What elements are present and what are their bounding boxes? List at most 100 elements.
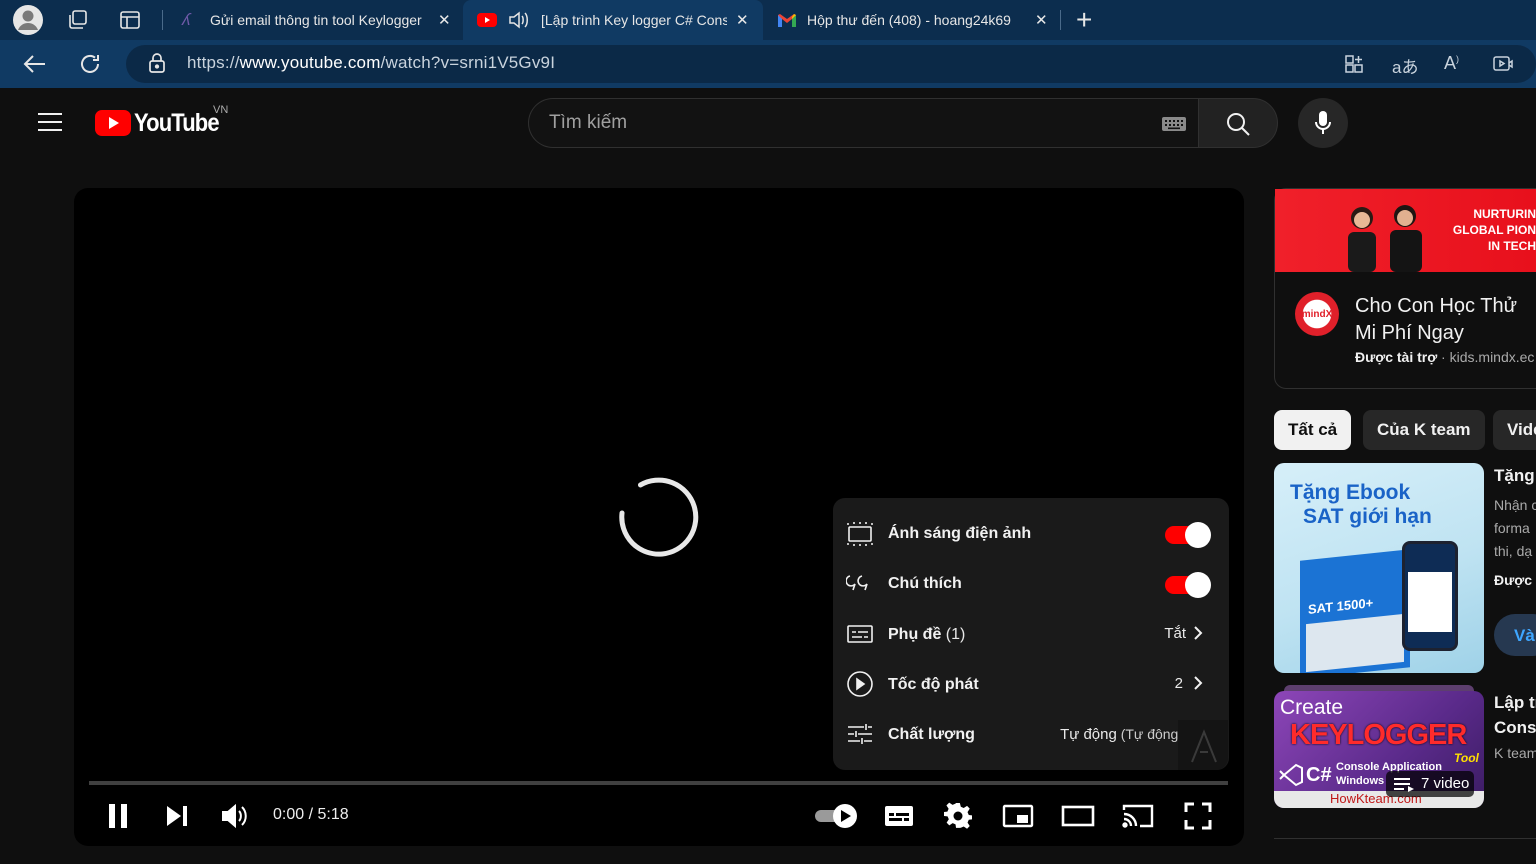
tab-keylogger-email[interactable]: ʎ Gửi email thông tin tool Keylogger ✕: [170, 0, 460, 40]
thumb-csharp: C#: [1306, 764, 1332, 786]
volume-button[interactable]: [220, 802, 250, 830]
tab-actions-icon[interactable]: [119, 9, 141, 31]
ad-banner-line: IN TECH: [1488, 239, 1536, 253]
lock-icon[interactable]: [148, 53, 166, 73]
toggle-knob: [1185, 572, 1211, 598]
pause-button[interactable]: [106, 802, 132, 830]
keyboard-icon[interactable]: [1161, 115, 1187, 133]
channel-name[interactable]: K team: [1494, 745, 1536, 761]
profile-avatar-icon[interactable]: [12, 4, 44, 36]
subtitles-button[interactable]: [884, 804, 914, 828]
playback-speed-icon: [846, 670, 874, 698]
menu-icon[interactable]: [38, 112, 62, 132]
ambient-mode-icon: [846, 521, 874, 547]
setting-label-sub: (1): [941, 626, 966, 643]
playlist-title[interactable]: Lập tr Conso: [1494, 690, 1536, 740]
tab-youtube-keylogger[interactable]: [Lập trình Key logger C# Console ✕: [463, 0, 763, 40]
setting-subtitles[interactable]: Phụ đề (1) Tắt: [833, 608, 1229, 658]
cast-button[interactable]: [1122, 803, 1154, 829]
sponsored-label: Được tài trợ: [1355, 349, 1438, 365]
autoplay-toggle[interactable]: [813, 803, 859, 829]
next-button[interactable]: [164, 804, 190, 828]
phone-image: [1402, 541, 1458, 651]
desc-line: forma: [1494, 520, 1530, 536]
desc-line: Nhận c: [1494, 497, 1536, 513]
book-title: SAT 1500+: [1308, 595, 1374, 617]
new-tab-button[interactable]: +: [1076, 4, 1092, 36]
tab-gmail-inbox[interactable]: Hộp thư đến (408) - hoang24k69 ✕: [765, 0, 1057, 40]
chip-videos[interactable]: Vide: [1493, 410, 1536, 450]
advertiser-logo[interactable]: mindX: [1295, 292, 1339, 336]
tab-title: Hộp thư đến (408) - hoang24k69: [807, 12, 1011, 28]
close-tab-icon[interactable]: ✕: [736, 11, 749, 29]
thumb-line: SAT giới hạn: [1303, 505, 1432, 528]
ad-banner-text: NURTURIN GLOBAL PION IN TECH: [1452, 206, 1536, 254]
setting-value: Tự động (Tự động): [1033, 726, 1183, 743]
video-thumbnail[interactable]: Tặng Ebook SAT giới hạn SAT 1500+: [1274, 463, 1484, 673]
setting-label: Tốc độ phát: [888, 676, 979, 693]
annotations-toggle[interactable]: [1165, 572, 1211, 598]
microphone-icon: [1313, 110, 1333, 136]
back-arrow-icon[interactable]: [22, 52, 48, 76]
youtube-logo[interactable]: YouTube VN: [95, 104, 235, 140]
ad-title[interactable]: Cho Con Học Thử Mi Phí Ngay: [1355, 293, 1536, 347]
close-tab-icon[interactable]: ✕: [1035, 11, 1048, 29]
toggle-knob: [1185, 522, 1211, 548]
youtube-logo-text: YouTube: [134, 109, 220, 137]
ad-banner-line: NURTURIN: [1473, 207, 1536, 221]
channel-watermark-icon[interactable]: [1178, 720, 1228, 770]
time-display: 0:00 / 5:18: [273, 806, 349, 823]
book-photo: [1306, 613, 1404, 673]
tab-title: Gửi email thông tin tool Keylogger: [210, 12, 422, 28]
chip-k-team[interactable]: Của K team: [1363, 410, 1485, 450]
video-icon[interactable]: [1492, 54, 1514, 74]
playlist-count: 7 video: [1421, 775, 1470, 792]
ad-action-button[interactable]: Và: [1494, 614, 1536, 656]
chevron-right-icon: [1193, 625, 1203, 641]
title-line: Conso: [1494, 718, 1536, 737]
setting-playback-speed[interactable]: Tốc độ phát 2: [833, 658, 1229, 708]
chevron-right-icon: [1193, 675, 1203, 691]
youtube-favicon-icon: [477, 13, 497, 27]
close-tab-icon[interactable]: ✕: [438, 11, 451, 29]
subtitles-icon: [846, 623, 874, 645]
read-aloud-icon[interactable]: A): [1444, 53, 1459, 74]
audio-playing-icon[interactable]: [507, 10, 529, 30]
progress-bar[interactable]: [89, 781, 1228, 785]
ambient-mode-toggle[interactable]: [1165, 522, 1211, 548]
video-title[interactable]: Tặng: [1494, 466, 1535, 486]
setting-annotations[interactable]: Chú thích: [833, 558, 1229, 608]
thumb-windows: Windows: [1336, 775, 1385, 787]
title-line: Lập tr: [1494, 693, 1536, 712]
meta-dot: ·: [1437, 349, 1450, 365]
playlist-count-badge: 7 video: [1386, 771, 1474, 797]
setting-quality[interactable]: Chất lượng Tự động (Tự động): [833, 708, 1229, 758]
workspaces-icon[interactable]: [66, 8, 90, 32]
tab-divider: [1060, 10, 1061, 30]
thumb-headline: Tặng Ebook SAT giới hạn: [1290, 481, 1432, 529]
theater-mode-button[interactable]: [1061, 805, 1095, 827]
search-icon: [1225, 111, 1251, 137]
search-placeholder: Tìm kiếm: [549, 112, 628, 133]
setting-label: Chú thích: [888, 575, 962, 592]
quality-icon: [846, 722, 874, 746]
search-input[interactable]: [528, 98, 1198, 148]
setting-label: Ánh sáng điện ảnh: [888, 525, 1032, 542]
apps-icon[interactable]: [1344, 54, 1364, 74]
setting-value-sub: (Tự động): [1116, 726, 1183, 742]
advertiser-logo-text: mindX: [1301, 308, 1333, 320]
refresh-icon[interactable]: [78, 52, 102, 76]
ad-people-image: [1330, 196, 1440, 272]
setting-value-main: Tự động: [1060, 726, 1117, 743]
setting-label: Phụ đề (1): [888, 626, 965, 644]
annotations-icon: [846, 572, 874, 596]
setting-ambient-mode[interactable]: Ánh sáng điện ảnh: [833, 508, 1229, 558]
fullscreen-button[interactable]: [1184, 802, 1212, 830]
translate-icon[interactable]: aあ: [1392, 53, 1418, 78]
miniplayer-button[interactable]: [1002, 804, 1034, 828]
region-code: VN: [213, 104, 229, 116]
url-path: /watch?v=srni1V5Gv9I: [380, 53, 556, 72]
chip-all[interactable]: Tất cả: [1274, 410, 1352, 450]
sidebar-divider: [1274, 838, 1536, 839]
settings-gear-icon[interactable]: [944, 802, 972, 830]
